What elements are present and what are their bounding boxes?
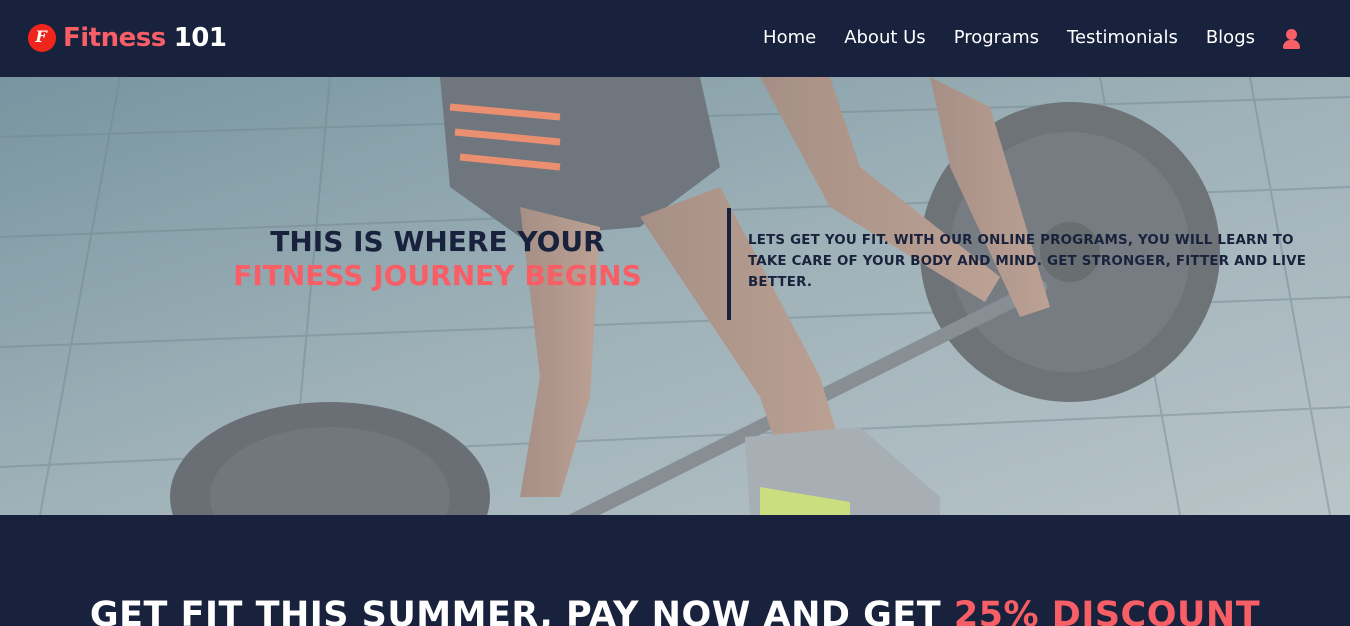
nav-testimonials-link[interactable]: Testimonials — [1067, 24, 1178, 52]
promo-heading: GET FIT THIS SUMMER, PAY NOW AND GET 25%… — [0, 593, 1350, 626]
hero-title-line2: FITNESS JOURNEY BEGINS — [233, 259, 642, 292]
nav-menu: Home About Us Programs Testimonials Blog… — [763, 24, 1303, 52]
nav-about-link[interactable]: About Us — [844, 24, 926, 52]
promo-text: GET FIT THIS SUMMER, PAY NOW AND GET — [89, 595, 942, 626]
hero-section: THIS IS WHERE YOUR FITNESS JOURNEY BEGIN… — [0, 77, 1350, 515]
promo-banner: GET FIT THIS SUMMER, PAY NOW AND GET 25%… — [0, 515, 1350, 626]
promo-highlight: 25% DISCOUNT — [953, 595, 1261, 626]
hero-overlay — [0, 77, 1350, 515]
brand-name: Fitness — [63, 23, 166, 53]
nav-blogs-link[interactable]: Blogs — [1206, 24, 1255, 52]
hero-title-line1: THIS IS WHERE YOUR — [270, 225, 605, 258]
navbar: F Fitness 101 Home About Us Programs Tes… — [0, 0, 1350, 77]
brand-number: 101 — [173, 23, 227, 53]
nav-programs-link[interactable]: Programs — [954, 24, 1039, 52]
hero-divider — [727, 208, 731, 320]
logo-icon: F — [28, 24, 56, 52]
hero-description: LETS GET YOU FIT. WITH OUR ONLINE PROGRA… — [748, 233, 1307, 290]
hero-title: THIS IS WHERE YOUR FITNESS JOURNEY BEGIN… — [200, 225, 675, 293]
brand-logo-link[interactable]: F Fitness 101 — [28, 20, 227, 56]
nav-home-link[interactable]: Home — [763, 24, 816, 52]
user-icon[interactable] — [1281, 25, 1303, 51]
